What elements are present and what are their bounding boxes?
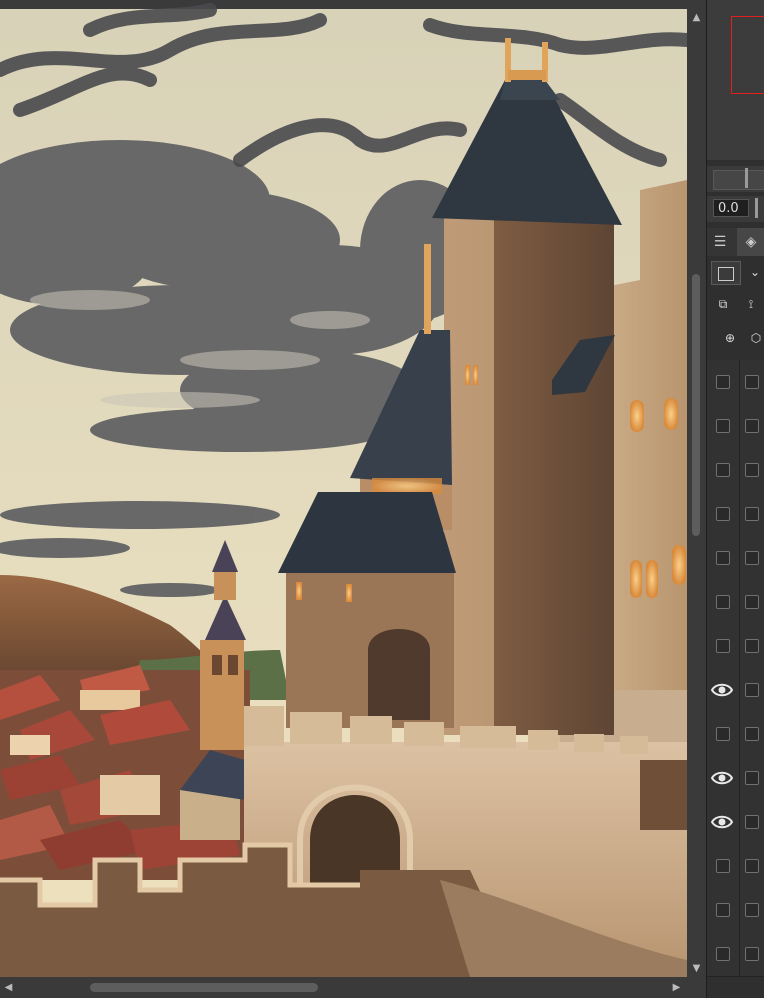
visibility-checkbox[interactable] bbox=[716, 859, 730, 873]
panel-tabs: ☰ ◈ bbox=[707, 228, 764, 256]
navigator-view-frame[interactable] bbox=[731, 16, 764, 94]
vertical-scrollbar[interactable]: ▲ ▼ bbox=[687, 9, 706, 977]
visibility-toggle[interactable] bbox=[707, 492, 740, 536]
layer-row[interactable] bbox=[707, 492, 764, 537]
layer-row[interactable] bbox=[707, 448, 764, 493]
lock-checkbox[interactable] bbox=[745, 815, 759, 829]
layer-row[interactable] bbox=[707, 756, 764, 801]
eye-icon[interactable] bbox=[711, 768, 733, 788]
visibility-checkbox[interactable] bbox=[716, 947, 730, 961]
blend-mode-select[interactable] bbox=[711, 261, 741, 285]
opacity-value-row: 0.0 bbox=[707, 196, 764, 222]
layer-tools-row: ⧉ ⟟ bbox=[707, 290, 764, 320]
gatehouse bbox=[278, 492, 456, 728]
blend-mode-row: ⌄ bbox=[707, 258, 764, 288]
menu-icon[interactable]: ☰ bbox=[707, 228, 733, 256]
lock-checkbox[interactable] bbox=[745, 683, 759, 697]
lock-checkbox[interactable] bbox=[745, 771, 759, 785]
value-slider-knob[interactable] bbox=[755, 198, 758, 218]
visibility-checkbox[interactable] bbox=[716, 727, 730, 741]
layer-row[interactable] bbox=[707, 404, 764, 449]
layer-row[interactable] bbox=[707, 624, 764, 669]
layer-row[interactable] bbox=[707, 800, 764, 845]
opacity-value-field[interactable]: 0.0 bbox=[713, 199, 749, 217]
visibility-checkbox[interactable] bbox=[716, 639, 730, 653]
lighthouse-icon[interactable]: ⟟ bbox=[739, 293, 763, 317]
visibility-toggle[interactable] bbox=[707, 756, 740, 800]
horizontal-scrollbar[interactable]: ◀ ▶ bbox=[0, 977, 706, 998]
opacity-slider-row bbox=[707, 166, 764, 192]
visibility-checkbox[interactable] bbox=[716, 595, 730, 609]
visibility-toggle[interactable] bbox=[707, 404, 740, 448]
vertical-scroll-thumb[interactable] bbox=[692, 274, 700, 536]
scroll-up-icon[interactable]: ▲ bbox=[687, 9, 706, 26]
visibility-toggle[interactable] bbox=[707, 360, 740, 404]
lock-checkbox[interactable] bbox=[745, 727, 759, 741]
layer-row[interactable] bbox=[707, 580, 764, 625]
layer-row[interactable] bbox=[707, 712, 764, 757]
visibility-checkbox[interactable] bbox=[716, 551, 730, 565]
visibility-toggle[interactable] bbox=[707, 580, 740, 624]
chevron-down-icon[interactable]: ⌄ bbox=[745, 261, 764, 285]
castle-painting bbox=[0, 3, 687, 977]
new-folder-icon[interactable]: ⬡ bbox=[747, 327, 764, 351]
visibility-toggle[interactable] bbox=[707, 668, 740, 712]
visibility-checkbox[interactable] bbox=[716, 903, 730, 917]
scroll-right-icon[interactable]: ▶ bbox=[668, 977, 685, 998]
lock-checkbox[interactable] bbox=[745, 903, 759, 917]
opacity-slider[interactable] bbox=[713, 170, 764, 190]
visibility-toggle[interactable] bbox=[707, 800, 740, 844]
navigator-preview[interactable] bbox=[707, 0, 764, 160]
layer-row[interactable] bbox=[707, 668, 764, 713]
scroll-left-icon[interactable]: ◀ bbox=[0, 977, 17, 998]
new-layer-row: ⊕ ⬡ bbox=[707, 324, 764, 354]
square-icon bbox=[718, 266, 734, 281]
horizontal-scroll-thumb[interactable] bbox=[90, 983, 318, 992]
layers-icon[interactable]: ◈ bbox=[737, 228, 764, 256]
eye-icon[interactable] bbox=[711, 812, 733, 832]
lock-checkbox[interactable] bbox=[745, 859, 759, 873]
visibility-toggle[interactable] bbox=[707, 536, 740, 580]
lock-checkbox[interactable] bbox=[745, 419, 759, 433]
opacity-slider-knob[interactable] bbox=[745, 168, 748, 188]
visibility-toggle[interactable] bbox=[707, 448, 740, 492]
lock-checkbox[interactable] bbox=[745, 507, 759, 521]
lock-checkbox[interactable] bbox=[745, 375, 759, 389]
lock-checkbox[interactable] bbox=[745, 595, 759, 609]
visibility-checkbox[interactable] bbox=[716, 375, 730, 389]
lock-checkbox[interactable] bbox=[745, 639, 759, 653]
layer-row[interactable] bbox=[707, 844, 764, 889]
clip-layer-icon[interactable]: ⧉ bbox=[711, 293, 735, 317]
lock-checkbox[interactable] bbox=[745, 463, 759, 477]
visibility-checkbox[interactable] bbox=[716, 419, 730, 433]
visibility-toggle[interactable] bbox=[707, 888, 740, 932]
visibility-checkbox[interactable] bbox=[716, 507, 730, 521]
scroll-down-icon[interactable]: ▼ bbox=[687, 960, 706, 977]
painting-canvas[interactable] bbox=[0, 0, 687, 977]
visibility-toggle[interactable] bbox=[707, 624, 740, 668]
layer-row[interactable] bbox=[707, 536, 764, 581]
lock-checkbox[interactable] bbox=[745, 551, 759, 565]
visibility-toggle[interactable] bbox=[707, 932, 740, 976]
layer-list bbox=[707, 360, 764, 998]
layer-panel: 0.0 ☰ ◈ ⌄ ⧉ ⟟ ⊕ ⬡ bbox=[706, 0, 764, 998]
layer-row[interactable] bbox=[707, 360, 764, 405]
lock-checkbox[interactable] bbox=[745, 947, 759, 961]
layer-row[interactable] bbox=[707, 888, 764, 933]
visibility-toggle[interactable] bbox=[707, 712, 740, 756]
visibility-toggle[interactable] bbox=[707, 844, 740, 888]
new-layer-icon[interactable]: ⊕ bbox=[717, 327, 743, 351]
eye-icon[interactable] bbox=[711, 680, 733, 700]
visibility-checkbox[interactable] bbox=[716, 463, 730, 477]
layer-row[interactable] bbox=[707, 932, 764, 977]
